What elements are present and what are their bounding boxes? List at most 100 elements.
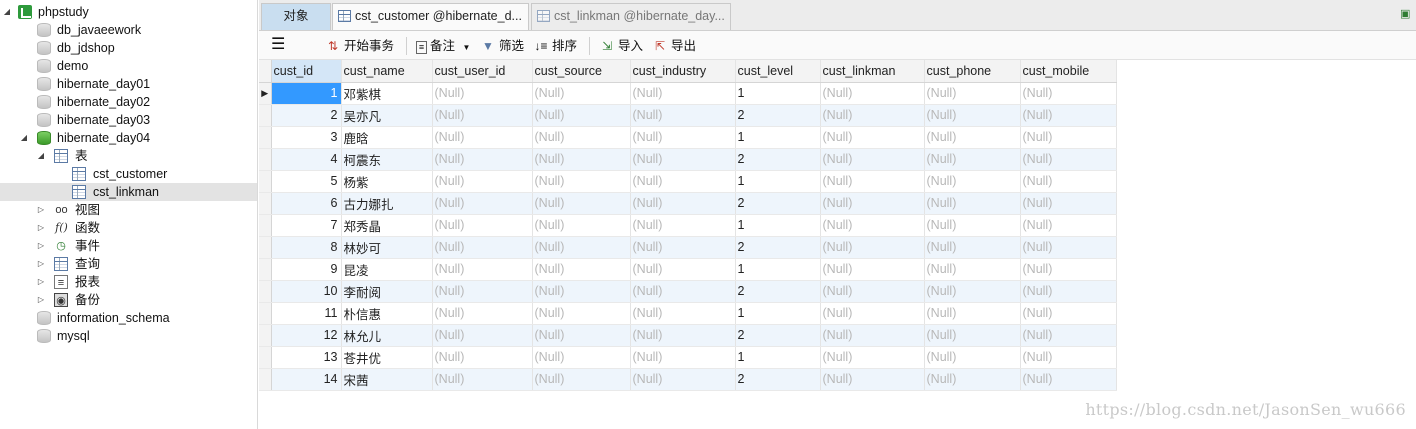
table-cell[interactable]: 1 <box>735 214 821 237</box>
table-cell[interactable]: (Null) <box>820 280 925 303</box>
table-cell[interactable]: (Null) <box>820 126 925 149</box>
collapse-arrow-icon[interactable]: ▷ <box>36 201 46 219</box>
table-cell[interactable]: (Null) <box>432 368 533 391</box>
table-cell[interactable]: (Null) <box>924 148 1021 171</box>
row-header[interactable] <box>259 324 272 347</box>
table-cell[interactable]: (Null) <box>532 192 631 215</box>
table-cell[interactable]: (Null) <box>630 346 736 369</box>
table-cell[interactable]: (Null) <box>924 104 1021 127</box>
table-cell[interactable]: 1 <box>735 258 821 281</box>
expand-arrow-icon[interactable]: ◢ <box>36 147 46 165</box>
table-cell[interactable]: (Null) <box>1020 280 1117 303</box>
table-cell[interactable]: (Null) <box>1020 368 1117 391</box>
table-cell[interactable]: 郑秀晶 <box>341 214 433 237</box>
table-cell[interactable]: 林允儿 <box>341 324 433 347</box>
table-cell[interactable]: 朴信惠 <box>341 302 433 325</box>
table-cell[interactable]: (Null) <box>1020 192 1117 215</box>
menu-icon[interactable]: ☰ <box>271 37 285 55</box>
tree-item-hibernate-day01[interactable]: hibernate_day01 <box>0 75 257 93</box>
table-cell[interactable]: (Null) <box>432 324 533 347</box>
table-cell[interactable]: 邓紫棋 <box>341 82 433 105</box>
row-header[interactable] <box>259 368 272 391</box>
tree-item-demo[interactable]: demo <box>0 57 257 75</box>
column-header[interactable]: cust_industry <box>630 60 736 83</box>
table-cell[interactable]: (Null) <box>630 236 736 259</box>
table-cell[interactable]: (Null) <box>924 192 1021 215</box>
tree-item-phpstudy[interactable]: ◢ phpstudy <box>0 3 257 21</box>
expand-arrow-icon[interactable]: ◢ <box>19 129 29 147</box>
table-cell[interactable]: (Null) <box>532 104 631 127</box>
table-cell[interactable]: (Null) <box>1020 258 1117 281</box>
table-row[interactable]: 4 柯震东 (Null) (Null) (Null) 2 (Null) (Null) (Null… <box>259 148 1117 171</box>
table-cell[interactable]: 4 <box>271 148 342 171</box>
table-cell[interactable]: 2 <box>735 280 821 303</box>
table-cell[interactable]: (Null) <box>630 368 736 391</box>
table-cell[interactable]: (Null) <box>924 368 1021 391</box>
table-cell[interactable]: (Null) <box>820 258 925 281</box>
table-cell[interactable]: (Null) <box>630 82 736 105</box>
row-header[interactable] <box>259 302 272 325</box>
row-header[interactable] <box>259 214 272 237</box>
table-cell[interactable]: (Null) <box>924 324 1021 347</box>
expand-arrow-icon[interactable]: ◢ <box>2 3 12 21</box>
column-header[interactable]: cust_name <box>341 60 433 83</box>
table-cell[interactable]: (Null) <box>820 148 925 171</box>
tree-item-views[interactable]: ▷ oo 视图 <box>0 201 257 219</box>
collapse-arrow-icon[interactable]: ▷ <box>36 291 46 309</box>
tree-item-reports[interactable]: ▷ ≡ 报表 <box>0 273 257 291</box>
table-cell[interactable]: 1 <box>271 82 342 105</box>
panel-toggle-icon[interactable]: ▣ <box>1400 7 1410 21</box>
collapse-arrow-icon[interactable]: ▷ <box>36 255 46 273</box>
table-cell[interactable]: (Null) <box>432 170 533 193</box>
filter-button[interactable]: ▼ 筛选 <box>480 37 524 55</box>
table-cell[interactable]: (Null) <box>532 346 631 369</box>
table-cell[interactable]: 6 <box>271 192 342 215</box>
table-cell[interactable]: (Null) <box>820 214 925 237</box>
tree-item-hibernate-day02[interactable]: hibernate_day02 <box>0 93 257 111</box>
table-cell[interactable]: (Null) <box>432 82 533 105</box>
table-cell[interactable]: (Null) <box>924 280 1021 303</box>
table-cell[interactable]: 2 <box>735 148 821 171</box>
table-cell[interactable]: (Null) <box>1020 104 1117 127</box>
table-cell[interactable]: (Null) <box>630 170 736 193</box>
table-row[interactable]: 12 林允儿 (Null) (Null) (Null) 2 (Null) (Null) (Nul… <box>259 324 1117 347</box>
import-button[interactable]: ⇲ 导入 <box>599 37 643 55</box>
table-cell[interactable]: (Null) <box>1020 302 1117 325</box>
table-cell[interactable]: (Null) <box>532 258 631 281</box>
table-cell[interactable]: (Null) <box>820 170 925 193</box>
table-cell[interactable]: (Null) <box>1020 346 1117 369</box>
table-cell[interactable]: 10 <box>271 280 342 303</box>
table-cell[interactable]: 2 <box>735 104 821 127</box>
table-cell[interactable]: 鹿晗 <box>341 126 433 149</box>
column-header[interactable]: cust_id <box>271 60 342 83</box>
table-cell[interactable]: (Null) <box>432 236 533 259</box>
table-cell[interactable]: (Null) <box>630 324 736 347</box>
table-row[interactable]: 14 宋茜 (Null) (Null) (Null) 2 (Null) (Null) (Null… <box>259 368 1117 391</box>
tab-cst-linkman[interactable]: cst_linkman @hibernate_day... <box>531 3 731 30</box>
table-row[interactable]: 7 郑秀晶 (Null) (Null) (Null) 1 (Null) (Null) (Null… <box>259 214 1117 237</box>
table-cell[interactable]: 宋茜 <box>341 368 433 391</box>
table-cell[interactable]: 13 <box>271 346 342 369</box>
table-cell[interactable]: (Null) <box>630 302 736 325</box>
table-cell[interactable]: 9 <box>271 258 342 281</box>
table-row[interactable]: 8 林妙可 (Null) (Null) (Null) 2 (Null) (Null) (Null… <box>259 236 1117 259</box>
column-header[interactable]: cust_mobile <box>1020 60 1117 83</box>
table-row[interactable]: 13 苍井优 (Null) (Null) (Null) 1 (Null) (Null) (Nul… <box>259 346 1117 369</box>
table-cell[interactable]: (Null) <box>820 82 925 105</box>
table-cell[interactable]: 3 <box>271 126 342 149</box>
table-row[interactable]: 9 昆凌 (Null) (Null) (Null) 1 (Null) (Null) (Null) <box>259 258 1117 281</box>
table-cell[interactable]: 2 <box>271 104 342 127</box>
row-header[interactable] <box>259 346 272 369</box>
table-row[interactable]: 5 杨紫 (Null) (Null) (Null) 1 (Null) (Null) (Null) <box>259 170 1117 193</box>
table-cell[interactable]: (Null) <box>924 170 1021 193</box>
table-cell[interactable]: 1 <box>735 170 821 193</box>
table-cell[interactable]: (Null) <box>820 302 925 325</box>
begin-transaction-button[interactable]: ⇅ 开始事务 <box>325 37 394 55</box>
column-header[interactable]: cust_phone <box>924 60 1021 83</box>
column-header[interactable]: cust_linkman <box>820 60 925 83</box>
table-cell[interactable]: (Null) <box>532 280 631 303</box>
tree-item-hibernate-day03[interactable]: hibernate_day03 <box>0 111 257 129</box>
table-cell[interactable]: (Null) <box>532 324 631 347</box>
table-cell[interactable]: (Null) <box>924 214 1021 237</box>
table-row[interactable]: ▶ 1 邓紫棋 (Null) (Null) (Null) 1 (Null) (Null) (Nul… <box>259 82 1117 105</box>
